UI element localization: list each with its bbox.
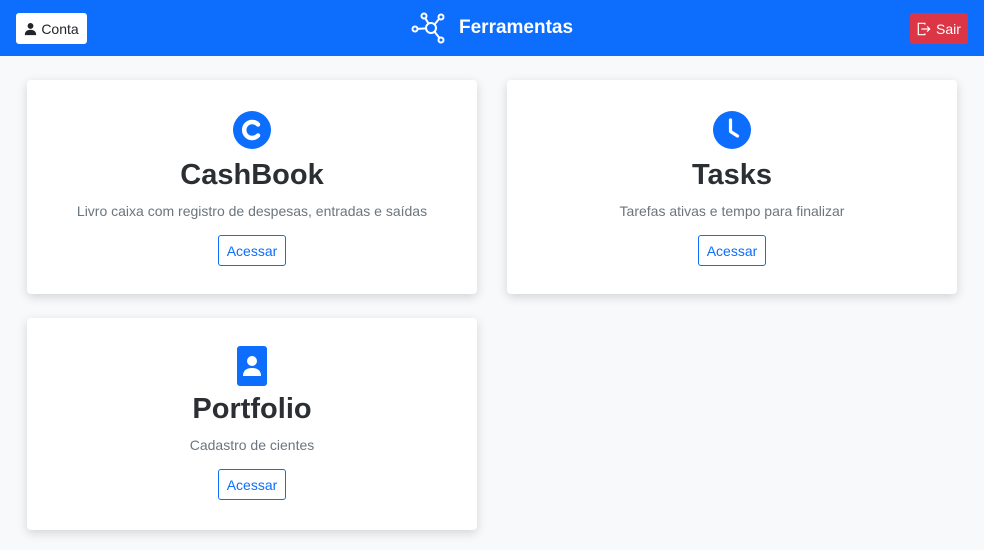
card-portfolio: Portfolio Cadastro de cientes Acessar	[27, 318, 477, 530]
cashbook-c-icon	[232, 110, 272, 150]
person-icon	[25, 22, 37, 35]
card-tasks: Tasks Tarefas ativas e tempo para finali…	[507, 80, 957, 294]
card-description: Tarefas ativas e tempo para finalizar	[619, 203, 845, 219]
account-button[interactable]: Conta	[16, 13, 87, 44]
person-badge-icon	[232, 346, 272, 386]
access-button[interactable]: Acessar	[217, 235, 287, 266]
card-cashbook: CashBook Livro caixa com registro de des…	[27, 80, 477, 294]
card-title: Tasks	[691, 159, 773, 191]
network-hub-icon	[411, 12, 445, 44]
access-button[interactable]: Acessar	[697, 235, 767, 266]
card-title: CashBook	[180, 159, 324, 191]
account-button-label: Conta	[41, 20, 79, 37]
card-description: Livro caixa com registro de despesas, en…	[76, 203, 428, 219]
box-arrow-right-icon	[917, 22, 931, 35]
card-description: Cadastro de cientes	[189, 437, 315, 453]
top-navbar: Conta Ferramentas Sair	[0, 0, 984, 56]
brand-title-text: Ferramentas	[459, 17, 574, 38]
logout-button-label: Sair	[936, 20, 961, 37]
brand-title[interactable]: Ferramentas	[411, 12, 573, 44]
logout-button[interactable]: Sair	[910, 13, 968, 44]
card-title: Portfolio	[192, 393, 312, 425]
clock-icon	[712, 110, 752, 150]
access-button[interactable]: Acessar	[217, 469, 287, 500]
